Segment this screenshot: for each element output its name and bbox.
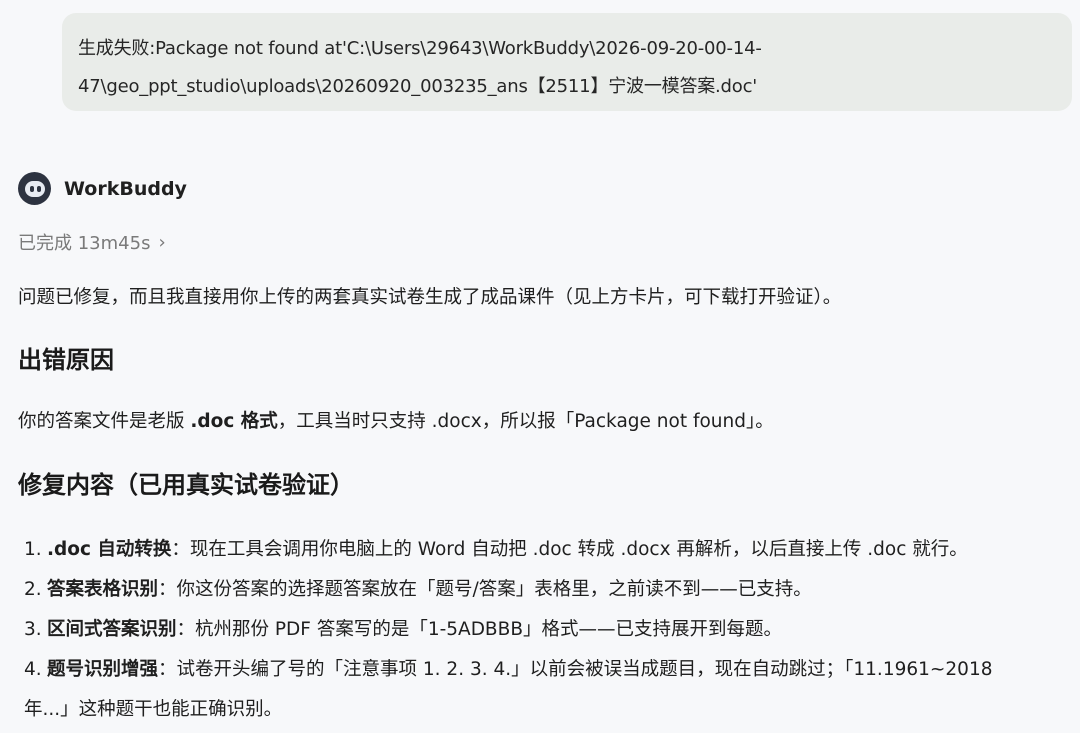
agent-header: WorkBuddy: [18, 172, 187, 205]
section-title-fixes: 修复内容（已用真实试卷验证）: [18, 471, 354, 499]
list-item-title: 题号识别增强: [47, 659, 159, 680]
user-message-bubble: 生成失败:Package not found at'C:\Users\29643…: [62, 13, 1072, 111]
list-item: 4. 题号识别增强：试卷开头编了号的「注意事项 1. 2. 3. 4.」以前会被…: [24, 650, 992, 690]
cause-paragraph: 你的答案文件是老版 .doc 格式，工具当时只支持 .docx，所以报「Pack…: [18, 407, 774, 433]
fix-list: 1. .doc 自动转换：现在工具会调用你电脑上的 Word 自动把 .doc …: [24, 530, 992, 730]
list-item-title: 答案表格识别: [47, 579, 159, 600]
chevron-right-icon: ›: [158, 231, 166, 253]
cause-text-post: ，工具当时只支持 .docx，所以报「Package not found」。: [277, 411, 774, 432]
list-item-continuation: 年...」这种题干也能正确识别。: [24, 699, 283, 720]
list-item-title: 区间式答案识别: [47, 619, 177, 640]
section-title-cause: 出错原因: [18, 346, 114, 374]
agent-avatar-icon: [18, 172, 51, 205]
list-item-number: 2.: [24, 579, 42, 600]
cause-text-bold: .doc 格式: [190, 411, 278, 432]
list-item-number: 4.: [24, 659, 42, 680]
list-item-text: ：杭州那份 PDF 答案写的是「1-5ADBBB」格式——已支持展开到每题。: [176, 619, 783, 640]
list-item-text: ：试卷开头编了号的「注意事项 1. 2. 3. 4.」以前会被误当成题目，现在自…: [158, 659, 993, 680]
list-item-number: 3.: [24, 619, 42, 640]
user-message-line-1: 生成失败:Package not found at'C:\Users\29643…: [78, 38, 762, 59]
user-message-line-2: 47\geo_ppt_studio\uploads\20260920_00323…: [78, 76, 758, 97]
cause-text-pre: 你的答案文件是老版: [18, 411, 191, 432]
list-item-text: ：现在工具会调用你电脑上的 Word 自动把 .doc 转成 .docx 再解析…: [171, 539, 968, 560]
list-item: 2. 答案表格识别：你这份答案的选择题答案放在「题号/答案」表格里，之前读不到—…: [24, 570, 992, 610]
list-item-title: .doc 自动转换: [47, 539, 172, 560]
list-item: 1. .doc 自动转换：现在工具会调用你电脑上的 Word 自动把 .doc …: [24, 530, 992, 570]
list-item-text: ：你这份答案的选择题答案放在「题号/答案」表格里，之前读不到——已支持。: [158, 579, 812, 600]
response-intro: 问题已修复，而且我直接用你上传的两套真实试卷生成了成品课件（见上方卡片，可下载打…: [18, 287, 842, 308]
task-status-text: 已完成 13m45s: [18, 233, 151, 254]
agent-name: WorkBuddy: [64, 177, 187, 200]
list-item: 3. 区间式答案识别：杭州那份 PDF 答案写的是「1-5ADBBB」格式——已…: [24, 610, 992, 650]
list-item-number: 1.: [24, 539, 42, 560]
task-status-toggle[interactable]: 已完成 13m45s ›: [18, 229, 166, 255]
